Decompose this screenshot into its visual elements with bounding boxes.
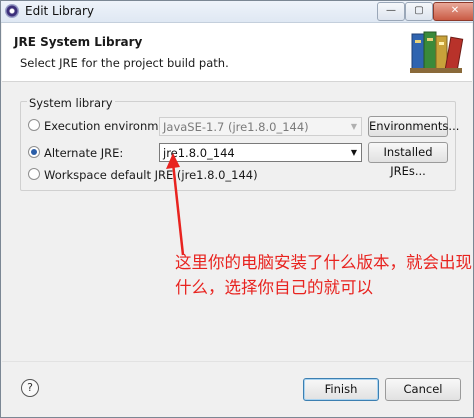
execution-environment-radio[interactable] (28, 119, 40, 131)
annotation-arrow (166, 153, 185, 256)
execution-environment-combo: JavaSE-1.7 (jre1.8.0_144) ▼ (159, 117, 362, 136)
footer-divider (2, 361, 472, 362)
installed-jres-button[interactable]: Installed JREs... (368, 142, 448, 178)
workspace-default-option[interactable]: Workspace default JRE (jre1.8.0_144) (28, 168, 258, 186)
window-title: Edit Library (25, 4, 95, 18)
alternate-jre-option[interactable]: Alternate JRE: (28, 146, 123, 164)
edit-library-dialog: Edit Library — ▢ ✕ JRE System Library Se… (0, 0, 474, 418)
group-label: System library (27, 96, 115, 110)
alternate-jre-label: Alternate JRE: (44, 146, 124, 160)
chevron-down-icon: ▼ (350, 122, 358, 131)
header-title: JRE System Library (14, 35, 143, 49)
header-description: Select JRE for the project build path. (20, 56, 229, 70)
chevron-down-icon: ▼ (350, 148, 358, 157)
cancel-button[interactable]: Cancel (385, 378, 461, 401)
annotation-text: 这里你的电脑安装了什么版本，就会出现什么，选择你自己的就可以 (175, 253, 472, 297)
alternate-jre-radio[interactable] (28, 146, 40, 158)
help-icon[interactable]: ? (21, 379, 39, 397)
maximize-button[interactable]: ▢ (405, 2, 433, 21)
title-bar: Edit Library — ▢ ✕ (1, 1, 473, 23)
eclipse-icon (5, 4, 19, 18)
finish-button[interactable]: Finish (303, 378, 379, 401)
workspace-default-label: Workspace default JRE (jre1.8.0_144) (44, 168, 258, 182)
dialog-header: JRE System Library Select JRE for the pr… (2, 23, 472, 82)
close-button[interactable]: ✕ (433, 2, 473, 21)
workspace-default-radio[interactable] (28, 168, 40, 180)
execution-environment-value: JavaSE-1.7 (jre1.8.0_144) (163, 120, 309, 134)
books-icon (410, 31, 464, 73)
environments-button[interactable]: Environments... (368, 116, 459, 137)
minimize-button[interactable]: — (377, 2, 405, 21)
